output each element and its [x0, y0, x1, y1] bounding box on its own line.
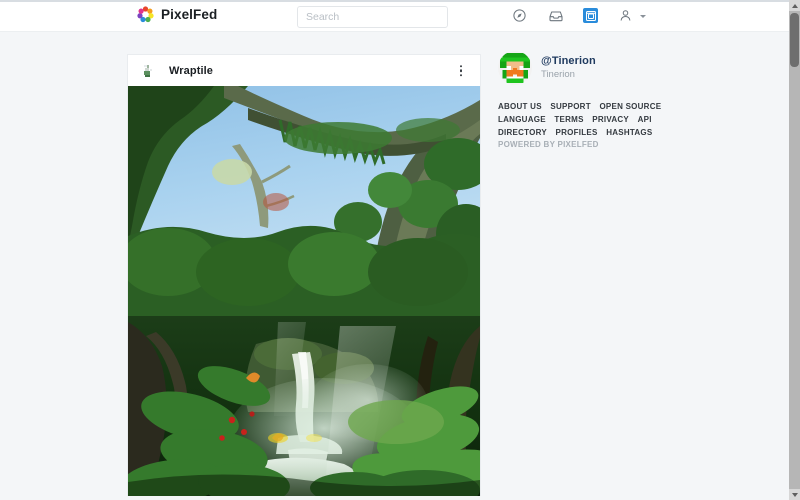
three-dot-vertical-icon[interactable]: [456, 62, 467, 80]
footer-links: ABOUT US SUPPORT OPEN SOURCE LANGUAGE TE…: [498, 100, 661, 150]
powered-by-label: POWERED BY PIXELFED: [498, 139, 599, 149]
footer-link-language[interactable]: LANGUAGE: [498, 115, 546, 124]
footer-link-terms[interactable]: TERMS: [554, 115, 583, 124]
profile-avatar-pixel-icon[interactable]: [498, 51, 532, 85]
profile-text: @Tinerion Tinerion: [541, 55, 596, 81]
chevron-down-icon[interactable]: [640, 15, 646, 18]
post-username[interactable]: Wraptile: [169, 65, 213, 77]
footer-row: ABOUT US SUPPORT OPEN SOURCE: [498, 100, 661, 113]
footer-link-profiles[interactable]: PROFILES: [556, 128, 598, 137]
inbox-icon[interactable]: [547, 7, 564, 24]
footer-link-about-us[interactable]: ABOUT US: [498, 102, 542, 111]
brand-home-link[interactable]: PixelFed: [137, 6, 217, 23]
footer-row: DIRECTORY PROFILES HASHTAGS: [498, 126, 652, 139]
user-icon[interactable]: [617, 7, 634, 24]
scroll-up-arrow-icon[interactable]: [789, 0, 800, 11]
profile-summary[interactable]: @Tinerion Tinerion: [498, 51, 668, 85]
post-header: Wraptile: [128, 55, 480, 86]
profile-handle[interactable]: @Tinerion: [541, 55, 596, 69]
footer-link-hashtags[interactable]: HASHTAGS: [606, 128, 652, 137]
footer-row: LANGUAGE TERMS PRIVACY API: [498, 113, 651, 126]
compass-icon[interactable]: [511, 7, 528, 24]
page-scrollbar[interactable]: [789, 0, 800, 500]
page-content: Wraptile @Tinerion Tinerion ABOUT US SUP…: [0, 33, 789, 500]
scrollbar-thumb[interactable]: [790, 13, 799, 67]
profile-display-name: Tinerion: [541, 68, 575, 80]
pixelfed-petal-logo-icon: [137, 6, 154, 23]
footer-link-directory[interactable]: DIRECTORY: [498, 128, 547, 137]
brand-name: PixelFed: [161, 6, 218, 22]
user-avatar-pixel-icon[interactable]: [141, 62, 157, 79]
top-navbar: PixelFed: [0, 2, 789, 32]
post-photo[interactable]: [128, 86, 480, 496]
search-input[interactable]: [297, 6, 448, 28]
footer-link-open-source[interactable]: OPEN SOURCE: [599, 102, 661, 111]
post-card: Wraptile: [127, 54, 481, 496]
photo-icon[interactable]: [583, 8, 598, 23]
footer-link-privacy[interactable]: PRIVACY: [592, 115, 629, 124]
scroll-down-arrow-icon[interactable]: [789, 489, 800, 500]
right-sidebar: @Tinerion Tinerion ABOUT US SUPPORT OPEN…: [498, 51, 668, 150]
search-box[interactable]: [297, 6, 448, 28]
navbar-icon-group: [511, 7, 646, 24]
footer-link-support[interactable]: SUPPORT: [550, 102, 590, 111]
footer-link-api[interactable]: API: [638, 115, 652, 124]
